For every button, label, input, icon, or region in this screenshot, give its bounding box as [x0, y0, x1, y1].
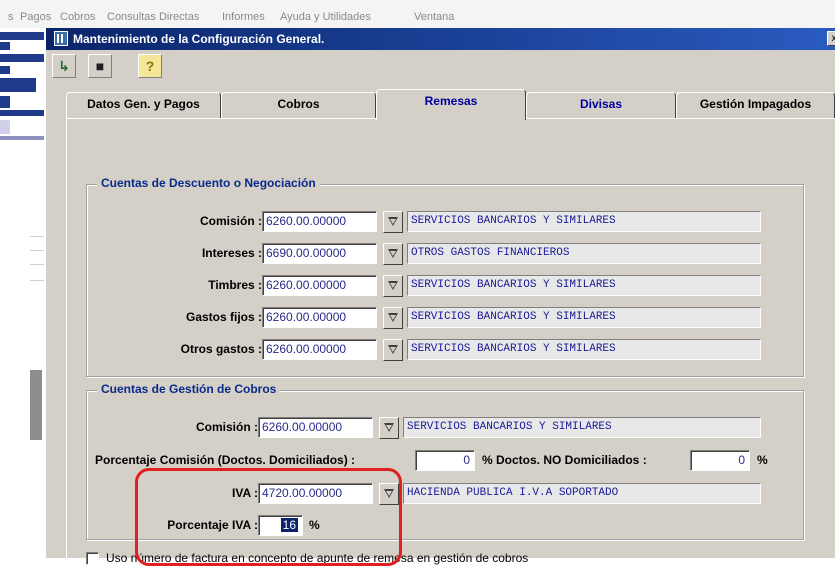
account-field-iva[interactable]: 4720.00.00000 [258, 483, 373, 504]
description-field: SERVICIOS BANCARIOS Y SIMILARES [407, 307, 761, 328]
pct-domiciliados-field[interactable]: 0 [415, 450, 475, 471]
account-field-gastos-fijos[interactable]: 6260.00.00000 [262, 307, 377, 328]
label-porcentaje-iva: Porcentaje IVA : [127, 518, 258, 532]
menu-item-cobros[interactable]: Cobros [60, 11, 95, 23]
tab-label: Remesas [425, 94, 478, 108]
strip-bar [0, 96, 10, 108]
lookup-button[interactable] [379, 483, 399, 505]
strip-bar [0, 32, 44, 40]
factura-concept-checkbox[interactable] [86, 552, 99, 565]
percent-symbol: % [757, 453, 768, 467]
account-field-intereses[interactable]: 6690.00.00000 [262, 243, 377, 264]
description-field: SERVICIOS BANCARIOS Y SIMILARES [407, 211, 761, 232]
window-titlebar[interactable]: Mantenimiento de la Configuración Genera… [46, 28, 835, 50]
label-no-domiciliados: % Doctos. NO Domiciliados : [482, 453, 647, 467]
save-button[interactable]: ■ [88, 54, 112, 78]
strip-bar [0, 110, 44, 116]
tab-remesas[interactable]: Remesas [376, 89, 526, 120]
group-title: Cuentas de Descuento o Negociación [97, 176, 320, 190]
lookup-button[interactable] [383, 243, 403, 265]
config-window: Mantenimiento de la Configuración Genera… [46, 28, 835, 558]
dropdown-triangle-icon [388, 217, 398, 226]
strip-bar [0, 66, 10, 74]
label-iva: IVA : [147, 486, 258, 500]
menu-item-consultas[interactable]: Consultas Directas [107, 11, 199, 23]
app-menubar: s Pagos Cobros Consultas Directas Inform… [0, 0, 835, 28]
selected-text: 16 [281, 518, 298, 532]
exit-button[interactable]: ↳ [52, 54, 76, 78]
description-field: SERVICIOS BANCARIOS Y SIMILARES [403, 417, 761, 438]
dropdown-triangle-icon [388, 249, 398, 258]
window-title: Mantenimiento de la Configuración Genera… [73, 32, 324, 46]
strip-bar [0, 54, 44, 62]
description-field: HACIENDA PUBLICA I.V.A SOPORTADO [403, 483, 761, 504]
menu-item-truncated[interactable]: s [8, 11, 14, 23]
group-title: Cuentas de Gestión de Cobros [97, 382, 280, 396]
lookup-button[interactable] [379, 417, 399, 439]
lookup-button[interactable] [383, 211, 403, 233]
menu-item-informes[interactable]: Informes [222, 11, 265, 23]
tab-label: Gestión Impagados [700, 97, 811, 111]
tab-divisas[interactable]: Divisas [526, 92, 676, 118]
label-comision: Comisión : [147, 214, 262, 228]
window-grid-icon [54, 31, 68, 46]
tab-datos-generales[interactable]: Datos Gen. y Pagos [66, 92, 221, 118]
strip-line [30, 280, 44, 281]
strip-bar [0, 136, 44, 140]
pct-no-domiciliados-field[interactable]: 0 [690, 450, 750, 471]
exit-door-icon: ↳ [53, 55, 75, 77]
strip-block [30, 370, 42, 440]
label-comision: Comisión : [147, 420, 258, 434]
close-icon: x [832, 33, 835, 44]
lookup-button[interactable] [383, 307, 403, 329]
mdi-left-strip [0, 28, 46, 558]
floppy-disk-icon: ■ [89, 55, 111, 77]
description-field: OTROS GASTOS FINANCIEROS [407, 243, 761, 264]
question-mark-icon: ? [139, 55, 161, 77]
tab-label: Divisas [580, 97, 622, 111]
dropdown-triangle-icon [384, 489, 394, 498]
account-field-comision-cobros[interactable]: 6260.00.00000 [258, 417, 373, 438]
percent-symbol: % [309, 518, 320, 532]
group-gestion-cobros: Cuentas de Gestión de Cobros Comisión : … [86, 390, 804, 540]
factura-concept-label: Uso número de factura en concepto de apu… [106, 551, 528, 565]
dropdown-triangle-icon [388, 281, 398, 290]
tab-label: Datos Gen. y Pagos [87, 97, 200, 111]
strip-line [30, 250, 44, 251]
tab-panel-remesas: Cuentas de Descuento o Negociación Comis… [66, 118, 835, 558]
pct-iva-field[interactable]: 16 [258, 515, 303, 536]
label-gastos-fijos: Gastos fijos : [147, 310, 262, 324]
strip-line [30, 236, 44, 237]
menu-item-pagos[interactable]: Pagos [20, 11, 51, 23]
account-field-timbres[interactable]: 6260.00.00000 [262, 275, 377, 296]
lookup-button[interactable] [383, 339, 403, 361]
label-timbres: Timbres : [147, 278, 262, 292]
menu-item-ventana[interactable]: Ventana [414, 11, 454, 23]
strip-bar [0, 42, 10, 50]
label-intereses: Intereses : [147, 246, 262, 260]
lookup-button[interactable] [383, 275, 403, 297]
label-porcentaje-comision: Porcentaje Comisión (Doctos. Domiciliado… [95, 453, 355, 467]
account-field-comision[interactable]: 6260.00.00000 [262, 211, 377, 232]
dropdown-triangle-icon [388, 345, 398, 354]
menu-item-ayuda[interactable]: Ayuda y Utilidades [280, 11, 371, 23]
description-field: SERVICIOS BANCARIOS Y SIMILARES [407, 275, 761, 296]
strip-bar [0, 78, 36, 92]
dropdown-triangle-icon [384, 423, 394, 432]
strip-line [30, 264, 44, 265]
help-button[interactable]: ? [138, 54, 162, 78]
dropdown-triangle-icon [388, 313, 398, 322]
group-descuento: Cuentas de Descuento o Negociación Comis… [86, 184, 804, 377]
tab-label: Cobros [278, 97, 320, 111]
description-field: SERVICIOS BANCARIOS Y SIMILARES [407, 339, 761, 360]
tab-gestion-impagados[interactable]: Gestión Impagados [676, 92, 835, 118]
strip-bar [0, 120, 10, 134]
tab-cobros[interactable]: Cobros [221, 92, 376, 118]
close-button[interactable]: x [827, 31, 835, 46]
account-field-otros-gastos[interactable]: 6260.00.00000 [262, 339, 377, 360]
label-otros-gastos: Otros gastos : [147, 342, 262, 356]
